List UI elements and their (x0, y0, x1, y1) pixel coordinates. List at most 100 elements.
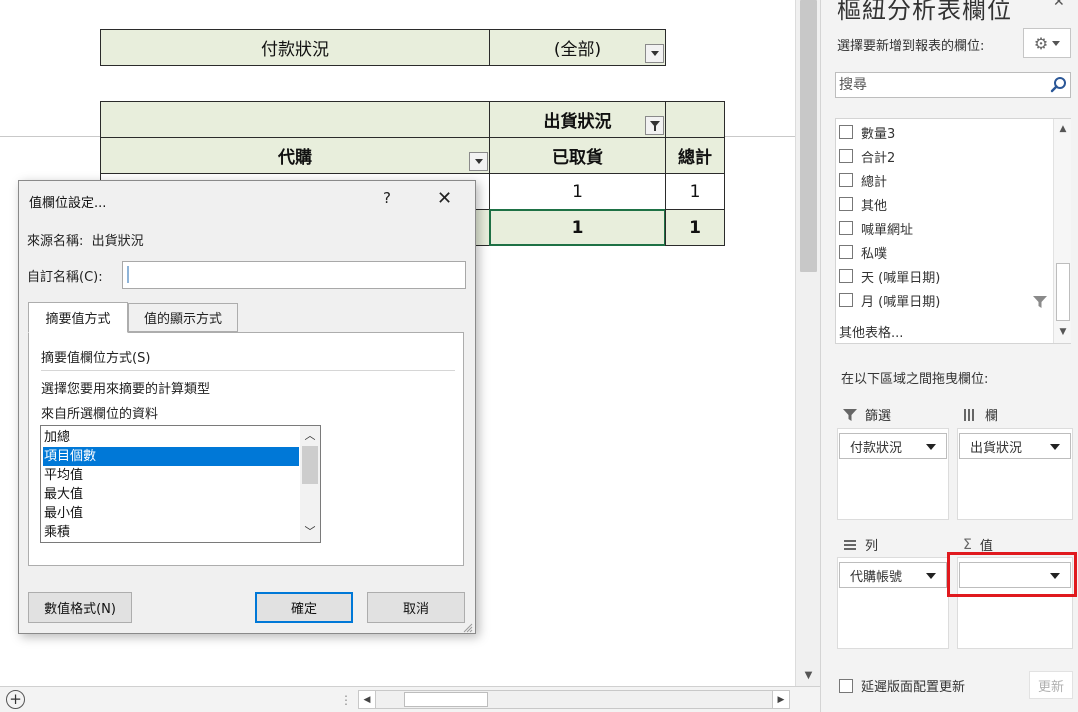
calculation-type-list[interactable]: 加總 項目個數 平均值 最大值 最小值 乘積 ︿ ﹀ (40, 425, 321, 543)
field-checkbox[interactable] (839, 245, 853, 259)
scroll-down-arrow-icon[interactable]: ▼ (1054, 324, 1072, 340)
tab-split-handle[interactable]: ⋮ (340, 693, 352, 707)
tab-summarize-by[interactable]: 摘要值方式 (28, 302, 128, 333)
grand-total-sum-cell[interactable]: 1 (665, 209, 725, 246)
grand-total-header: 總計 (678, 148, 712, 168)
chevron-down-icon[interactable] (926, 573, 936, 579)
scroll-left-arrow-icon[interactable]: ◀ (358, 690, 376, 709)
calc-option[interactable]: 最小值 (43, 504, 299, 523)
ok-button[interactable]: 確定 (255, 592, 353, 623)
calc-option[interactable]: 加總 (43, 428, 299, 447)
filter-icon[interactable] (1033, 295, 1047, 309)
field-item[interactable]: 月 (喊單日期) (839, 289, 940, 311)
field-checkbox[interactable] (839, 197, 853, 211)
field-label: 喊單網址 (861, 222, 914, 238)
add-sheet-button[interactable]: + (6, 690, 25, 709)
chevron-down-icon (474, 159, 483, 164)
field-list-scroll-thumb[interactable] (1056, 263, 1070, 321)
columns-label-text: 欄 (985, 409, 999, 424)
chevron-down-icon[interactable]: ﹀ (300, 522, 320, 540)
field-checkbox[interactable] (839, 149, 853, 163)
field-checkbox[interactable] (839, 293, 853, 307)
scroll-right-arrow-icon[interactable]: ▶ (772, 690, 790, 709)
chevron-down-icon[interactable] (926, 444, 936, 450)
column-filter-button[interactable] (645, 116, 664, 135)
custom-name-input[interactable] (122, 261, 466, 289)
dialog-title: 值欄位設定... (29, 196, 107, 211)
calc-option[interactable]: 平均值 (43, 466, 299, 485)
sheet-vertical-scrollbar[interactable]: ▼ (795, 0, 820, 686)
grand-total-value-cell[interactable]: 1 (489, 209, 666, 246)
page-filter-label-cell[interactable]: 付款狀況 (100, 29, 490, 66)
field-item[interactable]: 私噗 (839, 241, 887, 263)
field-list-scrollbar[interactable]: ▲ ▼ (1053, 119, 1071, 343)
scroll-up-arrow-icon[interactable]: ▲ (1054, 121, 1072, 137)
rows-field-pill[interactable]: 代購帳號 (839, 562, 947, 588)
column-labels-header: 出貨狀況 (543, 112, 612, 132)
defer-update-label: 延遲版面配置更新 (861, 680, 966, 695)
sheet-horizontal-scrollbar[interactable] (376, 690, 772, 709)
filters-field-pill[interactable]: 付款狀況 (839, 433, 947, 459)
resize-grip-icon[interactable] (463, 623, 473, 633)
update-button[interactable]: 更新 (1029, 671, 1073, 699)
sheet-vertical-scroll-thumb[interactable] (800, 0, 817, 272)
row-total-cell[interactable]: 1 (665, 173, 725, 210)
help-icon[interactable]: ? (383, 189, 391, 207)
cancel-button[interactable]: 取消 (367, 592, 465, 623)
grand-total-header-cell[interactable]: 總計 (665, 137, 725, 174)
summarize-description-2: 來自所選欄位的資料 (41, 407, 159, 422)
filter-icon (843, 408, 857, 421)
calc-option-selected[interactable]: 項目個數 (43, 447, 299, 466)
close-icon[interactable]: ✕ (437, 188, 452, 209)
text-caret (127, 266, 129, 283)
calc-option[interactable]: 乘積 (43, 523, 299, 542)
chevron-down-icon (1052, 40, 1061, 46)
chevron-down-icon[interactable] (1050, 444, 1060, 450)
pivot-corner-cell[interactable] (100, 101, 490, 138)
columns-field-pill[interactable]: 出貨狀況 (959, 433, 1071, 459)
tab-show-values-as[interactable]: 值的顯示方式 (128, 303, 238, 332)
calc-list-scroll-thumb[interactable] (302, 446, 318, 484)
columns-icon (964, 408, 974, 421)
row-labels-dropdown-button[interactable] (469, 152, 488, 171)
field-checkbox[interactable] (839, 125, 853, 139)
column-labels-header-cell[interactable]: 出貨狀況 (489, 101, 666, 138)
field-item[interactable]: 數量3 (839, 121, 895, 143)
defer-update-row[interactable]: 延遲版面配置更新 (839, 676, 965, 695)
pill-label: 出貨狀況 (970, 440, 1023, 456)
page-filter-dropdown-button[interactable] (645, 44, 664, 63)
field-search-box[interactable] (835, 72, 1071, 98)
number-format-button[interactable]: 數值格式(N) (28, 592, 132, 623)
field-checkbox[interactable] (839, 221, 853, 235)
rows-icon (844, 539, 856, 550)
field-search-input[interactable] (839, 75, 1039, 95)
calc-list-scrollbar[interactable]: ︿ ﹀ (300, 426, 320, 542)
more-tables-link[interactable]: 其他表格... (839, 322, 903, 341)
summarize-heading: 摘要值欄位方式(S) (41, 351, 151, 366)
scroll-down-arrow-icon[interactable]: ▼ (796, 664, 821, 686)
field-item[interactable]: 天 (喊單日期) (839, 265, 940, 287)
field-item[interactable]: 合計2 (839, 145, 895, 167)
column-value-header-cell[interactable]: 已取貨 (489, 137, 666, 174)
column-value-header: 已取貨 (552, 148, 603, 168)
filters-area-label: 篩選 (843, 405, 891, 424)
row-labels-header-cell[interactable]: 代購 (100, 137, 490, 174)
chevron-up-icon[interactable]: ︿ (300, 426, 320, 444)
pivot-header-blank-cell[interactable] (665, 101, 725, 138)
filters-label-text: 篩選 (865, 409, 892, 424)
field-checkbox[interactable] (839, 269, 853, 283)
field-item[interactable]: 其他 (839, 193, 887, 215)
pane-tools-button[interactable]: ⚙ (1023, 28, 1071, 58)
pane-close-icon[interactable]: ✕ (1053, 0, 1065, 10)
search-icon[interactable] (1050, 76, 1068, 94)
field-checkbox[interactable] (839, 173, 853, 187)
field-item[interactable]: 總計 (839, 169, 887, 191)
data-value-cell[interactable]: 1 (489, 173, 666, 210)
sheet-horizontal-scroll-thumb[interactable] (404, 692, 488, 707)
calc-option[interactable]: 最大值 (43, 485, 299, 504)
page-filter-value-cell[interactable]: (全部) (489, 29, 666, 66)
tab-label: 值的顯示方式 (143, 312, 222, 327)
defer-update-checkbox[interactable] (839, 678, 853, 693)
field-item[interactable]: 喊單網址 (839, 217, 913, 239)
field-list[interactable]: 數量3 合計2 總計 其他 喊單網址 私噗 天 (喊單日期) 月 (喊單日期) … (835, 118, 1071, 344)
